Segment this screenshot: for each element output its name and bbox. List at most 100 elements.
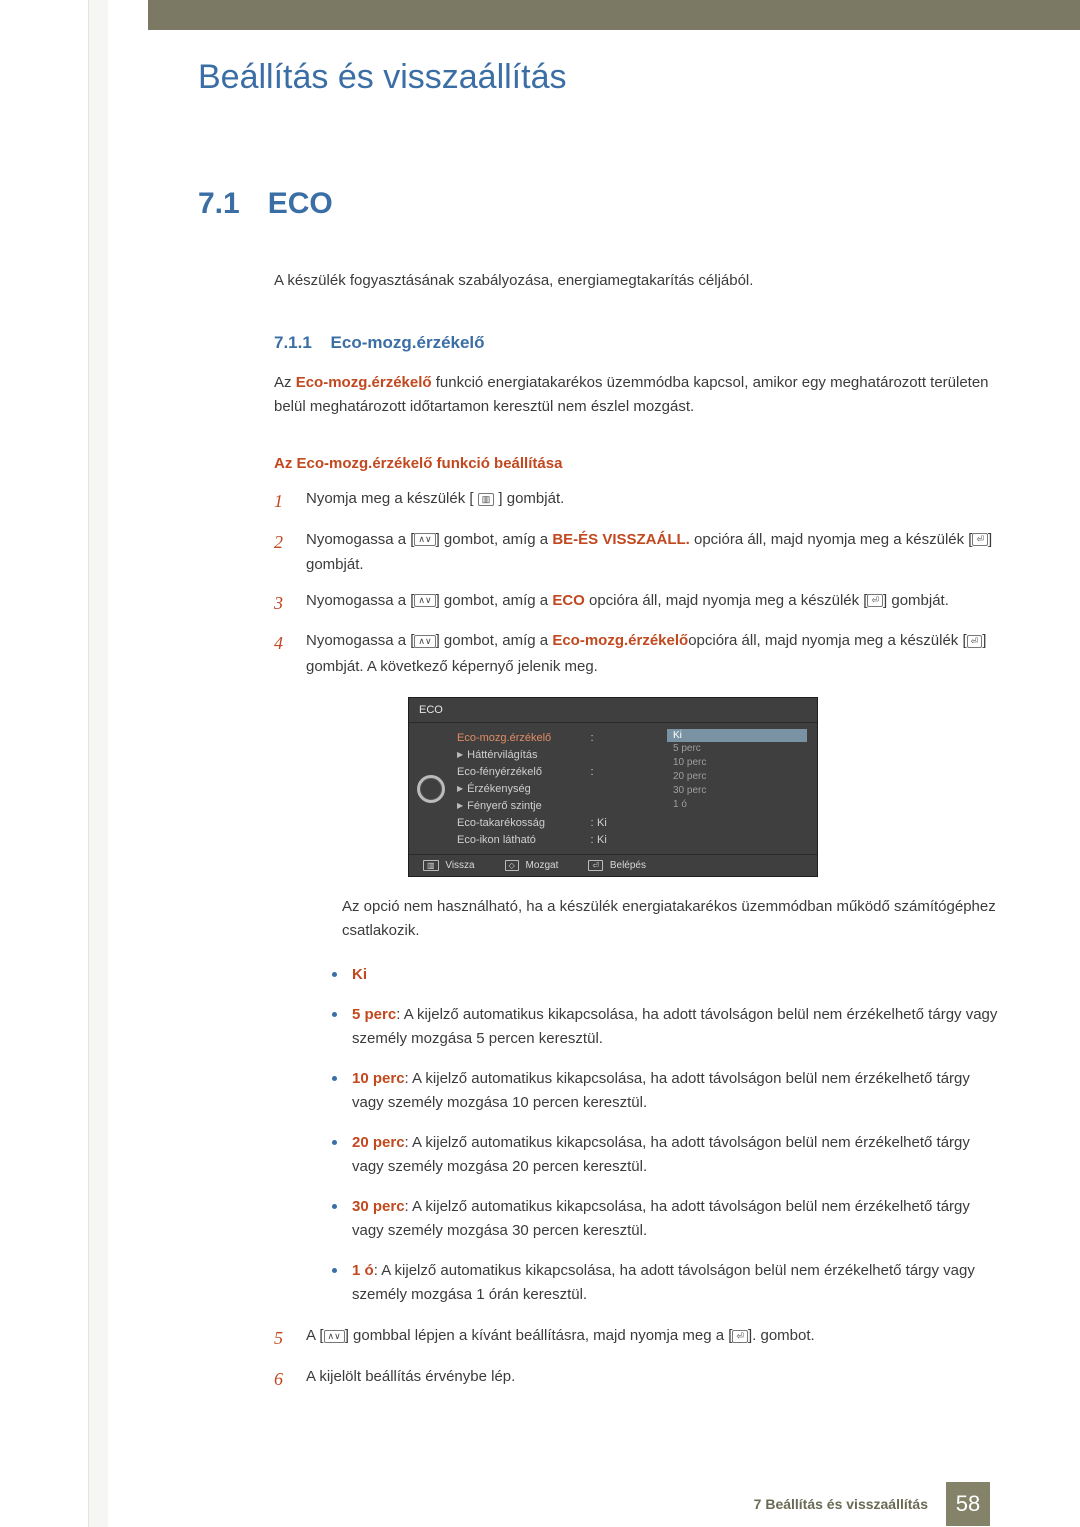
page-title: Beállítás és visszaállítás: [198, 58, 1000, 97]
steps-list: 1Nyomja meg a készülék [ ▥ ] gombját.2Ny…: [274, 486, 1000, 679]
osd-menu-row: Eco-ikon látható:Ki: [457, 831, 663, 848]
osd-bottom-icon: ⏎: [588, 860, 603, 871]
bullet-keyword: 30 perc: [352, 1198, 405, 1215]
step-text: Nyomogassa a [∧∨] gombot, amíg a ECO opc…: [306, 588, 1000, 619]
osd-menu-label: ▶Fényerő szintje: [457, 800, 587, 812]
text: Az: [274, 374, 296, 391]
top-colored-strip: [148, 0, 1080, 30]
osd-option: 20 perc: [667, 770, 807, 784]
osd-bottom-icon: ◇: [505, 860, 519, 871]
osd-option: 1 ó: [667, 798, 807, 812]
step-item: 5 A [∧∨] gombbal lépjen a kívánt beállítá…: [274, 1323, 1000, 1354]
enter-icon: ⏎: [867, 594, 883, 607]
section-intro: A készülék fogyasztásának szabályozása, …: [274, 269, 1000, 293]
bullet-item: 5 perc: A kijelző automatikus kikapcsolá…: [326, 1003, 1000, 1051]
osd-note: Az opció nem használható, ha a készülék …: [342, 895, 1000, 943]
bullet-item: 1 ó: A kijelző automatikus kikapcsolása,…: [326, 1259, 1000, 1307]
step-text: Nyomogassa a [∧∨] gombot, amíg a Eco-moz…: [306, 628, 1000, 679]
step-text: A [∧∨] gombbal lépjen a kívánt beállítás…: [306, 1323, 1000, 1354]
subsection-number: 7.1.1: [274, 333, 312, 352]
left-rail: [0, 0, 89, 1527]
updown-icon: ∧∨: [414, 533, 435, 546]
osd-side-icon-col: [409, 723, 453, 854]
bullet-keyword: Ki: [352, 966, 367, 983]
osd-bottom-icon: ▥: [423, 860, 439, 871]
osd-title: ECO: [409, 698, 817, 723]
step-number: 1: [274, 486, 292, 517]
step-text: A kijelölt beállítás érvénybe lép.: [306, 1364, 1000, 1395]
osd-bottom-bar: ▥ Vissza ◇ Mozgat ⏎ Belépés: [409, 854, 817, 876]
keyword: Eco-mozg.érzékelő: [552, 632, 688, 649]
gear-icon: [417, 775, 445, 803]
section-heading: 7.1 ECO: [198, 187, 1000, 221]
step-item: 3 Nyomogassa a [∧∨] gombot, amíg a ECO op…: [274, 588, 1000, 619]
updown-icon: ∧∨: [324, 1330, 345, 1343]
bullet-keyword: 5 perc: [352, 1006, 396, 1023]
step-number: 2: [274, 527, 292, 578]
osd-colon: :: [587, 732, 597, 744]
submenu-arrow-icon: ▶: [457, 784, 463, 793]
chapter-tab: [108, 0, 148, 31]
osd-bottom-item: ⏎ Belépés: [588, 860, 646, 871]
bullet-keyword: 10 perc: [352, 1070, 405, 1087]
step-number: 3: [274, 588, 292, 619]
enter-icon: ⏎: [732, 1330, 748, 1343]
osd-colon: :: [587, 817, 597, 829]
step-text: Nyomja meg a készülék [ ▥ ] gombját.: [306, 486, 1000, 517]
osd-screenshot: ECO Eco-mozg.érzékelő:▶HáttérvilágításEc…: [408, 697, 818, 877]
osd-menu-label: Eco-ikon látható: [457, 834, 587, 846]
keyword: ECO: [552, 592, 585, 609]
bullet-item: 20 perc: A kijelző automatikus kikapcsol…: [326, 1131, 1000, 1179]
step-number: 4: [274, 628, 292, 679]
subsection-paragraph: Az Eco-mozg.érzékelő funkció energiataka…: [274, 371, 1000, 419]
updown-icon: ∧∨: [414, 635, 435, 648]
enter-icon: ⏎: [972, 533, 988, 546]
steps-list-continued: 5 A [∧∨] gombbal lépjen a kívánt beállítá…: [274, 1323, 1000, 1394]
osd-menu-label: Eco-fényérzékelő: [457, 766, 587, 778]
osd-menu-row: Eco-fényérzékelő:: [457, 763, 663, 780]
menu-icon: ▥: [478, 493, 495, 506]
step-item: 4 Nyomogassa a [∧∨] gombot, amíg a Eco-mo…: [274, 628, 1000, 679]
osd-menu-value: Ki: [597, 817, 607, 829]
submenu-arrow-icon: ▶: [457, 801, 463, 810]
osd-bottom-item: ▥ Vissza: [423, 860, 475, 871]
osd-menu-label: Eco-takarékosság: [457, 817, 587, 829]
osd-option: 5 perc: [667, 742, 807, 756]
osd-bottom-item: ◇ Mozgat: [505, 860, 559, 871]
bullet-item: 30 perc: A kijelző automatikus kikapcsol…: [326, 1195, 1000, 1243]
osd-menu-row: ▶Fényerő szintje: [457, 797, 663, 814]
osd-colon: :: [587, 766, 597, 778]
updown-icon: ∧∨: [414, 594, 435, 607]
osd-menu-label: ▶Háttérvilágítás: [457, 749, 587, 761]
bullet-keyword: 1 ó: [352, 1262, 374, 1279]
bullet-keyword: 20 perc: [352, 1134, 405, 1151]
section-number: 7.1: [198, 187, 240, 221]
footer-breadcrumb: 7 Beállítás és visszaállítás: [754, 1496, 928, 1512]
osd-option: 30 perc: [667, 784, 807, 798]
page-body: Beállítás és visszaállítás 7.1 ECO A kés…: [108, 30, 1080, 1527]
page-number: 58: [946, 1482, 990, 1526]
step-item: 2Nyomogassa a [∧∨] gombot, amíg a BE-ÉS …: [274, 527, 1000, 578]
osd-menu-row: ▶Háttérvilágítás: [457, 746, 663, 763]
subsection-title: Eco-mozg.érzékelő: [331, 333, 485, 352]
subsection-heading: 7.1.1 Eco-mozg.érzékelő: [274, 333, 1000, 353]
keyword: BE-ÉS VISSZAÁLL.: [552, 531, 690, 548]
page-footer: 7 Beállítás és visszaállítás 58: [108, 1481, 1080, 1527]
osd-selected-value: Ki: [667, 729, 807, 742]
howto-heading: Az Eco-mozg.érzékelő funkció beállítása: [274, 455, 1000, 472]
osd-menu-label: Eco-mozg.érzékelő: [457, 732, 587, 744]
osd-dropdown-values: Ki5 perc10 perc20 perc30 perc1 ó: [667, 723, 807, 854]
step-item: 1 Nyomja meg a készülék [ ▥ ] gombját.: [274, 486, 1000, 517]
step-number: 5: [274, 1323, 292, 1354]
bullet-item: Ki: [326, 963, 1000, 987]
keyword: Eco-mozg.érzékelő: [296, 374, 432, 391]
enter-icon: ⏎: [967, 635, 983, 648]
section-title: ECO: [268, 187, 333, 221]
osd-menu-label: ▶Érzékenység: [457, 783, 587, 795]
osd-menu-row: Eco-takarékosság:Ki: [457, 814, 663, 831]
options-bullet-list: Ki 5 perc: A kijelző automatikus kikapcso…: [326, 963, 1000, 1307]
osd-menu-row: ▶Érzékenység: [457, 780, 663, 797]
submenu-arrow-icon: ▶: [457, 750, 463, 759]
osd-colon: :: [587, 834, 597, 846]
osd-menu: Eco-mozg.érzékelő:▶HáttérvilágításEco-fé…: [453, 723, 667, 854]
